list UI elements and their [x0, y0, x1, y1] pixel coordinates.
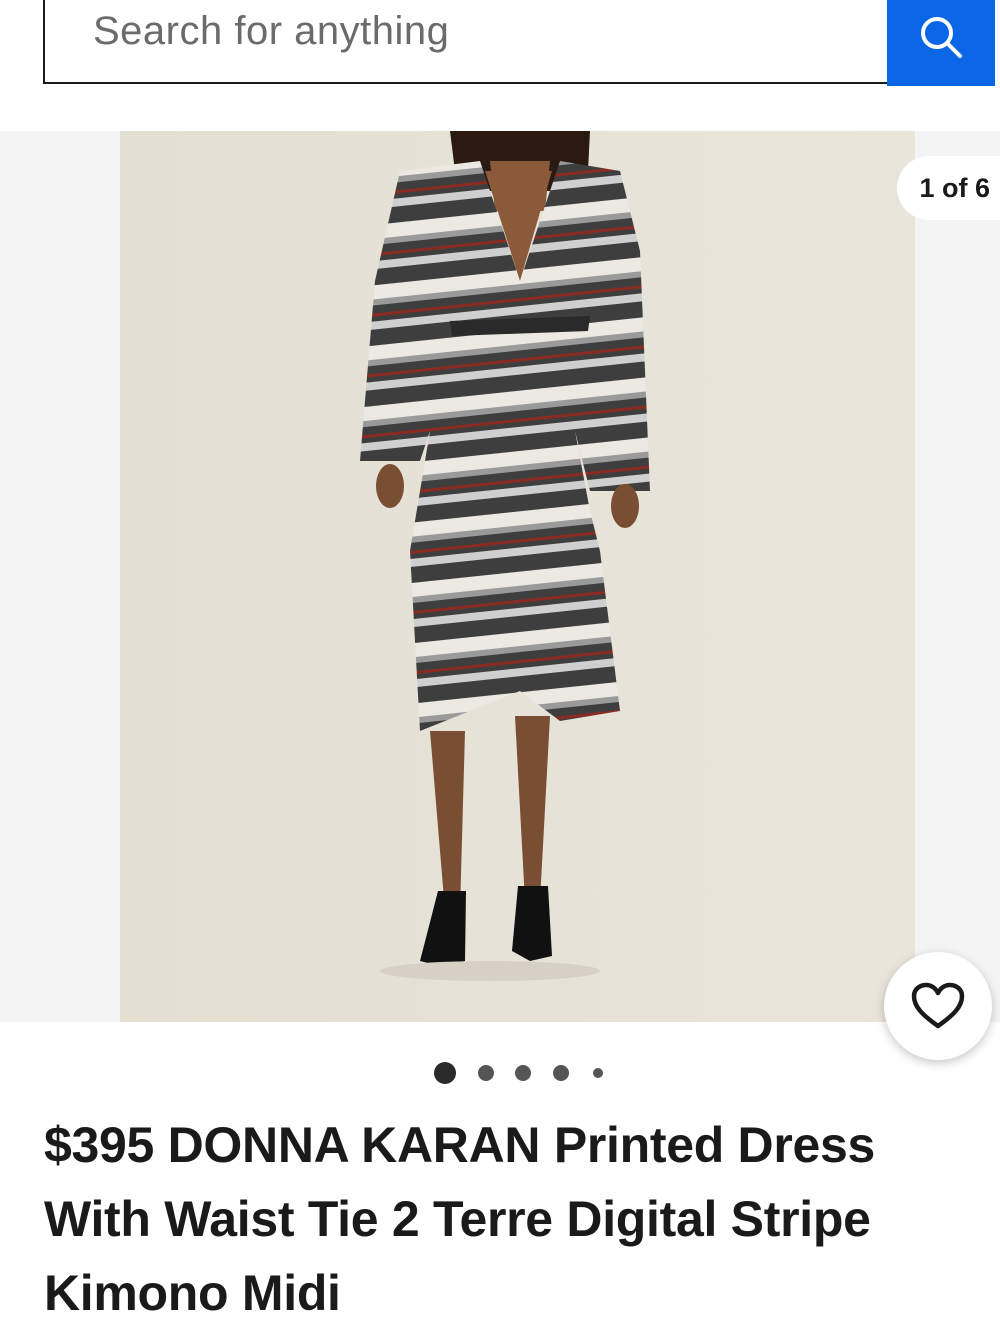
- search-input[interactable]: Search for anything: [43, 0, 887, 84]
- image-counter-text: 1 of 6: [919, 172, 990, 203]
- product-title: $395 DONNA KARAN Printed Dress With Wais…: [44, 1117, 876, 1321]
- pagination-dot-active[interactable]: [434, 1062, 456, 1084]
- pagination-dot[interactable]: [553, 1065, 569, 1081]
- search-placeholder: Search for anything: [93, 9, 450, 53]
- search-button[interactable]: [887, 0, 995, 86]
- heart-icon: [911, 982, 965, 1029]
- pagination-dot[interactable]: [515, 1065, 531, 1081]
- image-counter: 1 of 6: [897, 156, 1000, 220]
- image-gallery[interactable]: 1 of 6: [0, 131, 1000, 1022]
- carousel-pagination: [0, 1060, 1000, 1086]
- search-icon: [921, 17, 962, 58]
- pagination-dot[interactable]: [478, 1065, 494, 1081]
- pagination-dot[interactable]: [593, 1068, 603, 1078]
- search-bar: Search for anything: [43, 0, 995, 86]
- product-photo[interactable]: [120, 131, 915, 1022]
- favorite-button[interactable]: [884, 952, 992, 1060]
- dress-illustration: [120, 131, 915, 1022]
